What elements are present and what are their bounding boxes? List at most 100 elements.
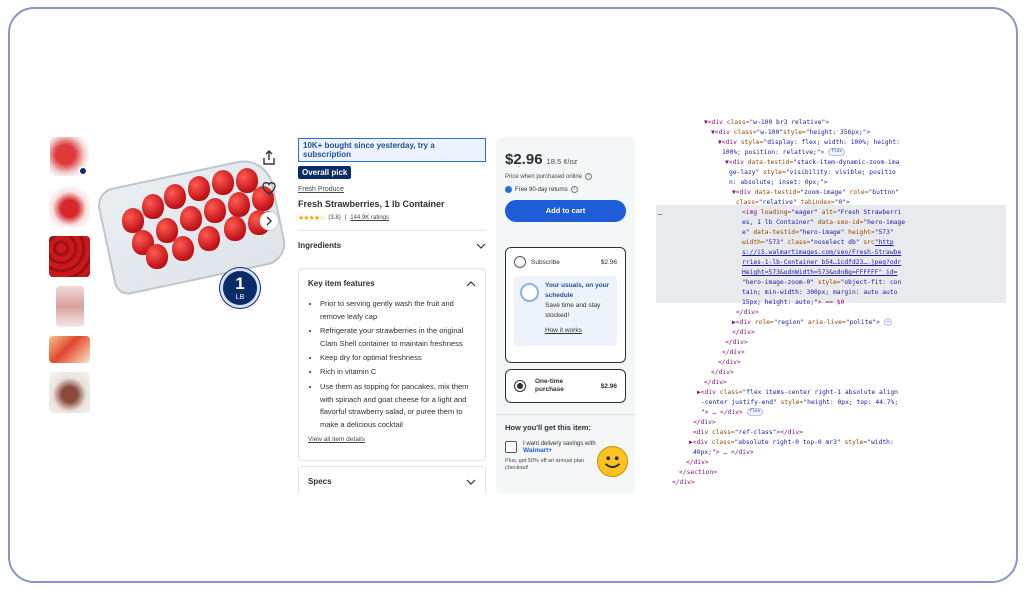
product-info: 10K+ bought since yesterday, try a subsc… [298, 138, 486, 494]
heart-icon[interactable] [260, 179, 278, 197]
dom-tag: ▶<div [732, 319, 755, 326]
one-time-radio[interactable] [514, 380, 526, 392]
dom-src-link[interactable]: rries-1-lb-Container_b54…1cdfd23….jpeg?o… [742, 259, 901, 266]
specs-accordion[interactable]: Specs [308, 467, 476, 494]
dom-tag-end: > [825, 119, 830, 126]
subscribe-option[interactable]: Subscribe $2.96 Your usuals, on your sch… [505, 247, 626, 363]
subscribe-radio[interactable] [514, 256, 526, 268]
dom-node-line[interactable]: ▼<div style="display: flex; width: 100%;… [718, 138, 900, 148]
dom-node-line[interactable]: ▶<div class="flex items-center right-1 a… [697, 388, 898, 398]
dom-attr-value: "hero-image [863, 219, 906, 226]
info-icon[interactable]: i [570, 186, 578, 193]
info-icon[interactable]: i [585, 173, 593, 180]
walmart-plus-note: Plus, get 50% off an annual plan checkou… [505, 458, 585, 471]
dom-attr-name: class= [719, 389, 743, 396]
strawberry-graphic [224, 216, 246, 241]
dom-node-line[interactable]: es, 1 lb Container" data-seo-id="hero-im… [742, 218, 905, 228]
dom-node-line[interactable]: ▶<div class="absolute right-0 top-0 mr3"… [689, 438, 894, 448]
dom-tag-end: > [820, 149, 825, 156]
dom-node-line[interactable]: </div> [704, 378, 727, 388]
dom-node-line[interactable]: ▼<div data-testid="stack-item-dynamic-zo… [725, 158, 899, 168]
dom-src-link[interactable]: s://i5.walmartimages.com/seo/Fresh-Straw… [742, 249, 901, 256]
node-menu-icon[interactable]: … [658, 208, 662, 218]
dom-node-line[interactable]: </div> [722, 348, 745, 358]
dom-tag: <img [742, 209, 761, 216]
ratings-count-link[interactable]: 144.9K ratings [350, 215, 389, 221]
category-link[interactable]: Fresh Produce [298, 186, 486, 193]
dom-node-line[interactable]: tain; min-width: 300px; margin: auto aut… [742, 288, 897, 298]
dom-node-line[interactable]: </div> [736, 308, 759, 318]
subscription-tag[interactable]: 10K+ bought since yesterday, try a subsc… [298, 138, 486, 162]
delivery-savings-checkbox[interactable] [505, 441, 517, 453]
smiley-face-icon[interactable] [597, 446, 628, 477]
dom-tag-end: > [866, 129, 871, 136]
dom-node-line[interactable]: 100%; position: relative;"> flex [722, 148, 846, 158]
dom-tag-end: > … </div> [715, 449, 754, 456]
hero-image[interactable] [94, 154, 290, 298]
dom-node-line[interactable]: class="relative" tabindex="0"> [736, 198, 850, 208]
add-to-cart-button[interactable]: Add to cart [505, 200, 626, 222]
rating-row: ★★★★☆ (3.8) | 144.9K ratings [298, 214, 486, 222]
dom-tag: ▶<div [697, 389, 720, 396]
dom-node-line[interactable]: s://i5.walmartimages.com/seo/Fresh-Straw… [742, 248, 901, 258]
dom-tag: ▼<div [725, 159, 748, 166]
dom-node-line[interactable]: ▼<div class="w-100"style="height: 356px;… [711, 128, 870, 138]
dom-node-line[interactable]: n: absolute; inset: 0px;"> [729, 178, 828, 188]
dom-attr-name: style= [740, 139, 764, 146]
dom-node-line[interactable]: ▼<div data-testid="zoom-image" role="but… [732, 188, 899, 198]
promo-text: Your usuals, on your schedule Save time … [545, 281, 611, 341]
dom-node-line[interactable]: <div class="ref-class"></div> [693, 428, 803, 438]
how-it-works-link[interactable]: How it works [545, 326, 611, 336]
dom-node-line[interactable]: 40px;"> … </div> [693, 448, 754, 458]
dom-node-line[interactable]: <img loading="eager" alt="Fresh Strawber… [742, 208, 901, 218]
dom-node-line[interactable]: e" data-testid="hero-image" height="573" [742, 228, 894, 238]
product-title: Fresh Strawberries, 1 lb Container [298, 199, 445, 209]
rating-value: (3.8) [328, 215, 341, 221]
dom-node-line[interactable]: </div> [725, 338, 748, 348]
thumbnail-5[interactable] [49, 336, 90, 363]
thumbnail-1[interactable] [49, 136, 90, 177]
dom-src-link[interactable]: "http [875, 239, 894, 246]
dom-badge[interactable]: flex [746, 408, 764, 416]
thumbnail-3[interactable] [49, 236, 90, 277]
calendar-icon [520, 283, 539, 302]
delivery-savings-text: I want delivery savings with Walmart+ [523, 441, 596, 454]
dom-node-line[interactable]: "hero-image-zoom-0" style="object-fit: c… [742, 278, 901, 288]
dom-node-line[interactable]: ▶<div role="region" aria-live="polite"> … [732, 318, 893, 328]
one-time-option[interactable]: One-time purchase $2.96 [505, 369, 626, 403]
dom-src-link[interactable]: Height=573&odnWidth=573&odnBg=FFFFFF" id… [742, 269, 897, 276]
dom-node-line[interactable]: ge-lazy" style="visibility: visible; pos… [729, 168, 896, 178]
thumbnail-6[interactable] [49, 372, 90, 413]
dom-node-line[interactable]: </div> [693, 418, 716, 428]
dom-node-line[interactable]: -center justify-end" style="height: 0px;… [701, 398, 898, 408]
dom-node-line[interactable]: 15px; height: auto;"> == $0 [742, 298, 844, 308]
dom-badge[interactable]: … [883, 318, 893, 326]
dom-attr-value: "display: flex; width: 100%; height: [763, 139, 900, 146]
dom-node-line[interactable]: </div> [718, 358, 741, 368]
key-features-accordion[interactable]: Key item features [308, 269, 476, 298]
dom-tag: </div> [711, 369, 734, 376]
view-all-details-link[interactable]: View all item details [308, 436, 476, 443]
size-badge-number: 1 [235, 274, 245, 293]
key-features-panel: Key item features Prior to serving gentl… [298, 268, 486, 461]
dom-tag-end: > [845, 199, 850, 206]
dom-node-line[interactable]: </div> [711, 368, 734, 378]
subscribe-row: Subscribe $2.96 [514, 256, 617, 268]
thumbnail-2[interactable] [49, 186, 90, 227]
dom-node-line[interactable]: </section> [679, 468, 717, 478]
dom-tag-end: ></div> [776, 429, 803, 436]
dom-attr-name: data-testid= [754, 189, 801, 196]
ingredients-accordion[interactable]: Ingredients [298, 231, 486, 260]
next-image-button[interactable] [260, 212, 278, 230]
dom-node-line[interactable]: rries-1-lb-Container_b54…1cdfd23….jpeg?o… [742, 258, 901, 268]
dom-node-line[interactable]: </div> [672, 478, 695, 488]
dom-node-line[interactable]: "> … </div> flex [701, 408, 764, 418]
dom-node-line[interactable]: </div> [686, 458, 709, 468]
dom-node-line[interactable]: Height=573&odnWidth=573&odnBg=FFFFFF" id… [742, 268, 897, 278]
thumbnail-4[interactable] [56, 286, 84, 327]
share-icon[interactable] [260, 149, 278, 167]
dom-node-line[interactable]: width="573" class="noselect db" src"http [742, 238, 894, 248]
dom-node-line[interactable]: ▼<div class="w-100 br3 relative"> [704, 118, 829, 128]
dom-node-line[interactable]: </div> [732, 328, 755, 338]
dom-badge[interactable]: flex [828, 148, 846, 156]
